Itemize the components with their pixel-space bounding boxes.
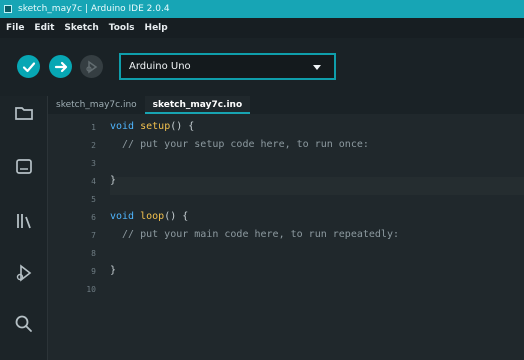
title-bar: sketch_may7c | Arduino IDE 2.0.4	[0, 0, 524, 18]
menu-sketch[interactable]: Sketch	[64, 23, 98, 33]
current-line-highlight	[110, 177, 524, 195]
board-manager-icon	[16, 159, 32, 174]
code-line-2: // put your setup code here, to run once…	[110, 139, 369, 150]
arduino-app-icon	[4, 5, 12, 13]
menu-bar: File Edit Sketch Tools Help	[0, 18, 524, 38]
upload-button[interactable]	[49, 55, 72, 78]
line-number-2: 2	[91, 141, 96, 150]
library-manager-button[interactable]	[14, 211, 34, 231]
tab-sketch-active[interactable]: sketch_may7c.ino	[144, 96, 251, 114]
code-line-1: void setup() {	[110, 121, 195, 132]
code-line-6: void loop() {	[110, 211, 189, 222]
line-number-10: 10	[86, 285, 96, 294]
line-number-1: 1	[91, 123, 96, 132]
code-line-4: }	[110, 175, 117, 186]
line-number-8: 8	[91, 249, 96, 258]
line-number-7: 7	[91, 231, 96, 240]
chevron-down-icon	[313, 65, 321, 70]
code-line-9: }	[110, 265, 117, 276]
line-number-4: 4	[91, 177, 96, 186]
upload-icon	[54, 61, 67, 72]
verify-button[interactable]	[17, 55, 40, 78]
debug-icon	[85, 60, 97, 73]
debug-button[interactable]	[80, 55, 103, 78]
line-number-3: 3	[91, 159, 96, 168]
sketchbook-button[interactable]	[14, 103, 34, 123]
line-number-6: 6	[91, 213, 96, 222]
line-number-9: 9	[91, 267, 96, 276]
search-button[interactable]	[14, 314, 34, 334]
line-number-gutter: 1 2 3 4 5 6 7 8 9 10	[48, 114, 110, 360]
debug-sidebar-icon	[16, 264, 32, 282]
editor-tabs: sketch_may7c.ino sketch_may7c.ino	[48, 96, 524, 114]
board-selector-value: Arduino Uno	[129, 61, 191, 72]
debug-sidebar-button[interactable]	[14, 263, 34, 283]
library-icon	[17, 214, 31, 229]
search-icon	[15, 315, 32, 332]
tab-sketch-inactive[interactable]: sketch_may7c.ino	[48, 96, 145, 114]
menu-edit[interactable]: Edit	[34, 23, 54, 33]
board-selector[interactable]: Arduino Uno	[119, 53, 336, 80]
sidebar	[0, 96, 48, 360]
code-editor[interactable]: 1 2 3 4 5 6 7 8 9 10 void setup() { // p…	[48, 114, 524, 360]
menu-tools[interactable]: Tools	[109, 23, 135, 33]
menu-file[interactable]: File	[6, 23, 24, 33]
line-number-5: 5	[91, 195, 96, 204]
window-title: sketch_may7c | Arduino IDE 2.0.4	[18, 4, 170, 14]
code-line-7: // put your main code here, to run repea…	[110, 229, 399, 240]
verify-icon	[22, 61, 35, 72]
menu-help[interactable]: Help	[145, 23, 168, 33]
folder-icon	[15, 107, 33, 120]
board-manager-button[interactable]	[14, 157, 34, 177]
toolbar: Arduino Uno	[0, 38, 524, 96]
